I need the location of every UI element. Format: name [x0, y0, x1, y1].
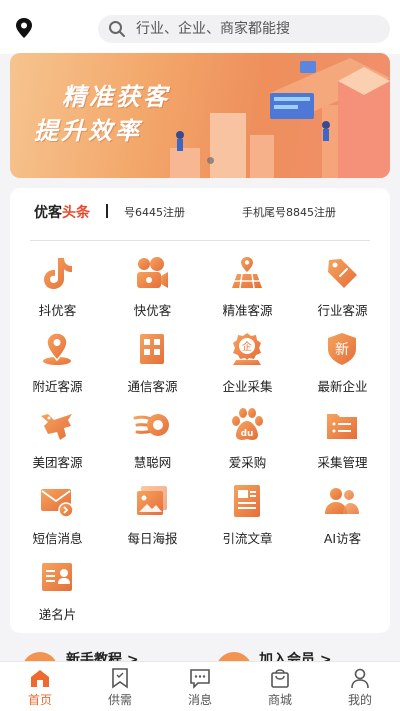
- grid-item-yinliuwenzhang[interactable]: 引流文章: [200, 476, 295, 552]
- grid-item-label: 引流文章: [222, 531, 273, 546]
- grid-item-aicaigou[interactable]: du 爱采购: [200, 400, 295, 476]
- grid-item-label: AI访客: [323, 531, 362, 546]
- grid-item-fujinkeyuan[interactable]: 附近客源: [10, 324, 105, 400]
- business-card-icon: [42, 563, 72, 591]
- svg-text:du: du: [241, 429, 254, 439]
- bottom-tab-bar: 首页 供需 消息 商城 我的: [0, 661, 400, 711]
- banner-headline-1: 精准获客: [62, 83, 170, 111]
- tag-icon: [328, 259, 357, 288]
- grid-item-duanxinxiaoxi[interactable]: 短信消息: [10, 476, 105, 552]
- search-icon: [109, 21, 125, 37]
- grid-item-label: 附近客源: [32, 379, 83, 394]
- promo-banner[interactable]: 精准获客 提升效率: [10, 53, 390, 178]
- kangaroo-icon: [41, 414, 72, 440]
- article-icon: [234, 485, 260, 517]
- tab-home[interactable]: 首页: [0, 662, 80, 711]
- grid-item-label: 采集管理: [317, 455, 368, 470]
- tab-label: 供需: [107, 693, 132, 707]
- feature-card: 优客头条 号6445注册 手机尾号8845注册 抖优客 快优客 精准客源 行业客…: [10, 188, 390, 633]
- tab-messages[interactable]: 消息: [160, 662, 240, 711]
- envelope-icon: [41, 489, 74, 518]
- tab-supply-demand[interactable]: 供需: [80, 662, 160, 711]
- building-icon: [140, 334, 164, 364]
- divider: [30, 240, 370, 241]
- paw-du-icon: du: [232, 408, 263, 440]
- grid-item-label: 精准客源: [222, 303, 273, 318]
- tab-shop[interactable]: 商城: [240, 662, 320, 711]
- grid-item-label: 慧聪网: [133, 455, 172, 470]
- banner-illustration: [170, 58, 390, 178]
- grid-item-label: 抖优客: [38, 303, 77, 318]
- home-icon: [31, 670, 49, 687]
- brand-highlight: 头条: [62, 205, 90, 221]
- grid-item-douyouke[interactable]: 抖优客: [10, 248, 105, 324]
- grid-item-zuixinqiye[interactable]: 新 最新企业: [295, 324, 390, 400]
- ticker-brand: 优客头条: [34, 202, 90, 222]
- grid-item-caijiguanli[interactable]: 采集管理: [295, 400, 390, 476]
- banner-headline-2: 提升效率: [34, 117, 142, 145]
- grid-item-label: 最新企业: [317, 379, 368, 394]
- search-input[interactable]: [136, 15, 384, 43]
- grid-item-label: 通信客源: [127, 379, 178, 394]
- enterprise-badge-icon: 企: [233, 333, 261, 365]
- grid-item-qiyecaiji[interactable]: 企 企业采集: [200, 324, 295, 400]
- grid-item-meituankeyuan[interactable]: 美团客源: [10, 400, 105, 476]
- grid-item-label: 短信消息: [32, 531, 83, 546]
- tab-label: 我的: [347, 693, 372, 707]
- grid-item-label: 行业客源: [317, 303, 368, 318]
- new-shield-icon: 新: [328, 333, 356, 365]
- top-bar: [0, 0, 400, 54]
- grid-item-label: 每日海报: [127, 531, 178, 546]
- grid-item-jingzhunkeyuan[interactable]: 精准客源: [200, 248, 295, 324]
- video-camera-icon: [137, 257, 168, 288]
- grid-item-meirihaibao[interactable]: 每日海报: [105, 476, 200, 552]
- image-icon: [137, 486, 167, 515]
- grid-item-label: 快优客: [133, 303, 172, 318]
- users-icon: [325, 488, 359, 514]
- grid-item-aifangke[interactable]: AI访客: [295, 476, 390, 552]
- grid-item-label: 企业采集: [222, 379, 273, 394]
- bookmark-icon: [112, 668, 128, 689]
- person-icon: [351, 668, 369, 689]
- promo-row: 新手教程 > 加入会员 >: [0, 640, 400, 662]
- svg-text:新: 新: [335, 342, 349, 358]
- ticker-item: 号6445注册: [124, 206, 185, 219]
- grid-item-label: 递名片: [38, 607, 77, 622]
- location-icon: [43, 332, 71, 365]
- chat-icon: [190, 669, 210, 689]
- svg-text:企: 企: [242, 340, 252, 353]
- ticker-item: 手机尾号8845注册: [242, 206, 336, 219]
- grid-item-label: 爱采购: [228, 455, 267, 470]
- brand-prefix: 优客: [34, 205, 62, 221]
- tab-label: 商城: [267, 693, 292, 707]
- ticker-separator: [106, 204, 108, 218]
- search-bar[interactable]: [98, 15, 390, 43]
- shop-bag-icon: [271, 669, 289, 688]
- grid-item-hangyekeyuan[interactable]: 行业客源: [295, 248, 390, 324]
- news-ticker[interactable]: 优客头条 号6445注册 手机尾号8845注册: [10, 188, 390, 234]
- grid-item-tongxinkeyuan[interactable]: 通信客源: [105, 324, 200, 400]
- map-icon: [232, 257, 262, 289]
- list-folder-icon: [327, 414, 357, 439]
- comet-icon: [133, 414, 169, 436]
- location-pin-icon[interactable]: [14, 17, 34, 39]
- carousel-indicator[interactable]: [207, 157, 214, 164]
- tab-profile[interactable]: 我的: [320, 662, 400, 711]
- grid-item-label: 美团客源: [32, 455, 83, 470]
- tab-label: 消息: [187, 693, 212, 707]
- grid-item-kuaiyouke[interactable]: 快优客: [105, 248, 200, 324]
- tiktok-icon: [44, 258, 72, 289]
- grid-item-dimingpian[interactable]: 递名片: [10, 552, 105, 628]
- tab-label: 首页: [27, 693, 52, 707]
- grid-item-huicongwang[interactable]: 慧聪网: [105, 400, 200, 476]
